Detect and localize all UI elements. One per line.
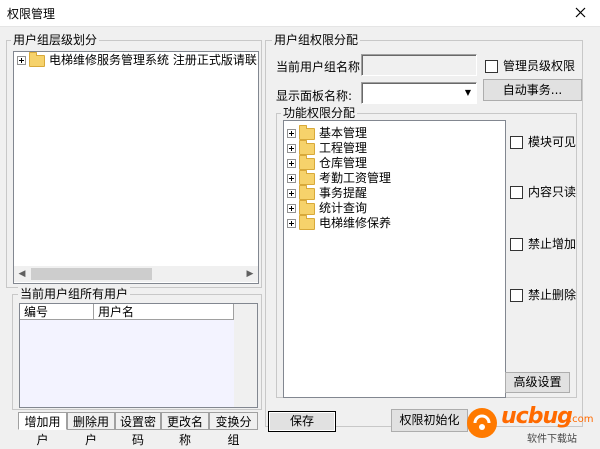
tree-horizontal-scrollbar[interactable]: ◀ ▶ [14, 266, 258, 282]
panel-name-label: 显示面板名称: [276, 89, 353, 103]
users-list[interactable]: 编号 用户名 [19, 303, 258, 408]
folder-icon [29, 52, 45, 67]
folder-icon [299, 139, 315, 155]
func-item[interactable]: 工程管理 [287, 139, 368, 156]
dropdown-arrow-icon[interactable]: ▼ [461, 84, 475, 101]
forbid-delete-checkbox[interactable]: 禁止删除 [510, 288, 576, 302]
watermark-subtitle: 软件下载站 [527, 434, 577, 445]
tab-add-user[interactable]: 增加用户 [18, 412, 67, 447]
func-item[interactable]: 统计查询 [287, 199, 368, 216]
func-item[interactable]: 考勤工资管理 [287, 169, 392, 186]
column-header-id[interactable]: 编号 [20, 304, 94, 320]
scroll-thumb[interactable] [31, 268, 152, 280]
func-item[interactable]: 事务提醒 [287, 184, 368, 201]
tree-item-label: 电梯维修服务管理系统 注册正式版请联系 [49, 53, 259, 67]
column-header-username[interactable]: 用户名 [94, 304, 234, 320]
watermark-domain: .com [569, 414, 594, 425]
forbid-add-checkbox[interactable]: 禁止增加 [510, 237, 576, 251]
folder-icon [299, 199, 315, 215]
readonly-checkbox[interactable]: 内容只读 [510, 185, 576, 199]
function-tree[interactable]: 基本管理 工程管理 仓库管理 考勤工资管理 事务提醒 统计查询 电梯维修保养 [283, 120, 506, 398]
tab-change-group[interactable]: 变换分组 [209, 412, 258, 447]
permission-label: 用户组权限分配 [272, 33, 361, 47]
site-watermark: ucbug .com 软件下载站 [463, 400, 600, 445]
folder-icon [299, 154, 315, 170]
checkbox-box[interactable] [510, 289, 523, 302]
checkbox-box[interactable] [510, 136, 523, 149]
folder-icon [299, 184, 315, 200]
checkbox-label: 内容只读 [528, 185, 577, 199]
expand-icon[interactable] [287, 219, 296, 228]
func-item-label: 工程管理 [319, 141, 368, 155]
init-permissions-button[interactable]: 权限初始化 [391, 409, 468, 432]
window-title: 权限管理 [7, 7, 56, 21]
func-item-label: 事务提醒 [319, 186, 368, 200]
auto-task-button[interactable]: 自动事务... [483, 79, 582, 101]
func-item-label: 电梯维修保养 [319, 216, 392, 230]
current-group-label: 当前用户组名称: [276, 60, 365, 74]
list-body [20, 320, 234, 407]
tab-set-password[interactable]: 设置密码 [115, 412, 161, 447]
expand-icon[interactable] [287, 189, 296, 198]
module-visible-checkbox[interactable]: 模块可见 [510, 135, 576, 149]
save-button[interactable]: 保存 [268, 411, 336, 432]
expand-icon[interactable] [287, 144, 296, 153]
func-item[interactable]: 基本管理 [287, 124, 368, 141]
function-label: 功能权限分配 [281, 106, 358, 120]
func-item-label: 仓库管理 [319, 156, 368, 170]
checkbox-label: 管理员级权限 [503, 59, 576, 73]
func-item[interactable]: 仓库管理 [287, 154, 368, 171]
expand-icon[interactable] [287, 174, 296, 183]
panel-name-select[interactable]: ▼ [361, 82, 477, 104]
expand-icon[interactable] [287, 204, 296, 213]
expand-icon[interactable] [17, 56, 26, 65]
folder-icon [299, 169, 315, 185]
expand-icon[interactable] [287, 159, 296, 168]
watermark-logo-icon [467, 408, 497, 438]
list-vertical-scrollbar[interactable] [234, 304, 257, 407]
tab-rename[interactable]: 更改名称 [161, 412, 209, 447]
group-hierarchy-label: 用户组层级划分 [11, 33, 100, 47]
checkbox-label: 禁止删除 [528, 288, 577, 302]
func-item-label: 考勤工资管理 [319, 171, 392, 185]
current-group-field[interactable] [361, 54, 477, 76]
checkbox-box[interactable] [510, 186, 523, 199]
watermark-text: ucbug [501, 404, 573, 429]
scroll-left-icon[interactable]: ◀ [14, 266, 30, 282]
func-item-label: 基本管理 [319, 126, 368, 140]
checkbox-box[interactable] [485, 60, 498, 73]
func-item-label: 统计查询 [319, 201, 368, 215]
folder-icon [299, 214, 315, 230]
title-bar [0, 0, 600, 27]
expand-icon[interactable] [287, 129, 296, 138]
group-tree[interactable]: 电梯维修服务管理系统 注册正式版请联系 ◀ ▶ [13, 51, 259, 284]
checkbox-box[interactable] [510, 238, 523, 251]
user-action-tabs: 增加用户 删除用户 设置密码 更改名称 变换分组 [18, 412, 258, 447]
tab-delete-user[interactable]: 删除用户 [67, 412, 115, 447]
close-button[interactable] [566, 2, 594, 22]
checkbox-label: 禁止增加 [528, 237, 577, 251]
close-icon [575, 7, 585, 18]
users-label: 当前用户组所有用户 [18, 287, 131, 301]
checkbox-label: 模块可见 [528, 135, 577, 149]
tree-item-root[interactable]: 电梯维修服务管理系统 注册正式版请联系 [17, 52, 259, 68]
func-item[interactable]: 电梯维修保养 [287, 214, 392, 231]
scroll-right-icon[interactable]: ▶ [242, 266, 258, 282]
advanced-settings-button[interactable]: 高级设置 [505, 372, 570, 393]
admin-checkbox[interactable]: 管理员级权限 [485, 59, 575, 73]
folder-icon [299, 124, 315, 140]
